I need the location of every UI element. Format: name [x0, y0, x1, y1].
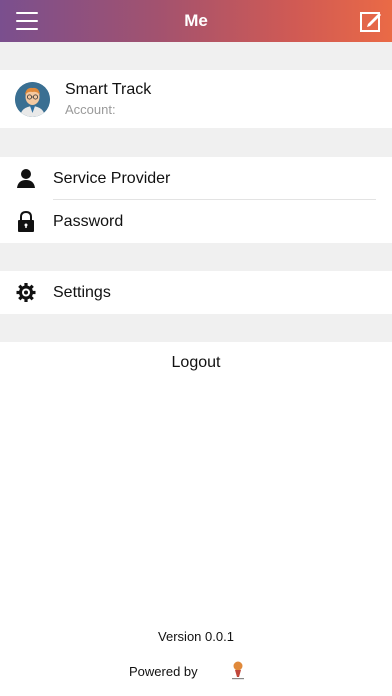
menu-item-password[interactable]: Password [0, 200, 392, 243]
settings-menu-group: Settings [0, 271, 392, 314]
avatar [15, 82, 50, 117]
menu-item-settings[interactable]: Settings [0, 271, 392, 314]
menu-item-label: Service Provider [53, 170, 171, 187]
brand-logo-icon [232, 661, 244, 680]
menu-item-label: Password [53, 213, 124, 230]
account-label: Account: [65, 102, 116, 117]
person-icon [17, 169, 35, 188]
edit-icon[interactable] [360, 10, 382, 32]
profile-card[interactable]: Smart Track Account: [0, 70, 392, 128]
profile-name: Smart Track [65, 81, 152, 98]
menu-item-service-provider[interactable]: Service Provider [0, 157, 392, 200]
lock-icon [18, 211, 34, 232]
account-menu-group: Service Provider Password [0, 157, 392, 243]
gear-icon [16, 283, 36, 302]
hamburger-menu-icon[interactable] [16, 12, 38, 30]
top-bar: Me [0, 0, 392, 42]
bottom-section: Logout Version 0.0.1 Powered by [0, 342, 392, 696]
menu-item-label: Settings [53, 284, 111, 301]
page-title: Me [184, 11, 208, 30]
logout-button[interactable]: Logout [0, 354, 392, 372]
version-text: Version 0.0.1 [158, 629, 234, 644]
powered-by-text: Powered by [129, 664, 198, 679]
